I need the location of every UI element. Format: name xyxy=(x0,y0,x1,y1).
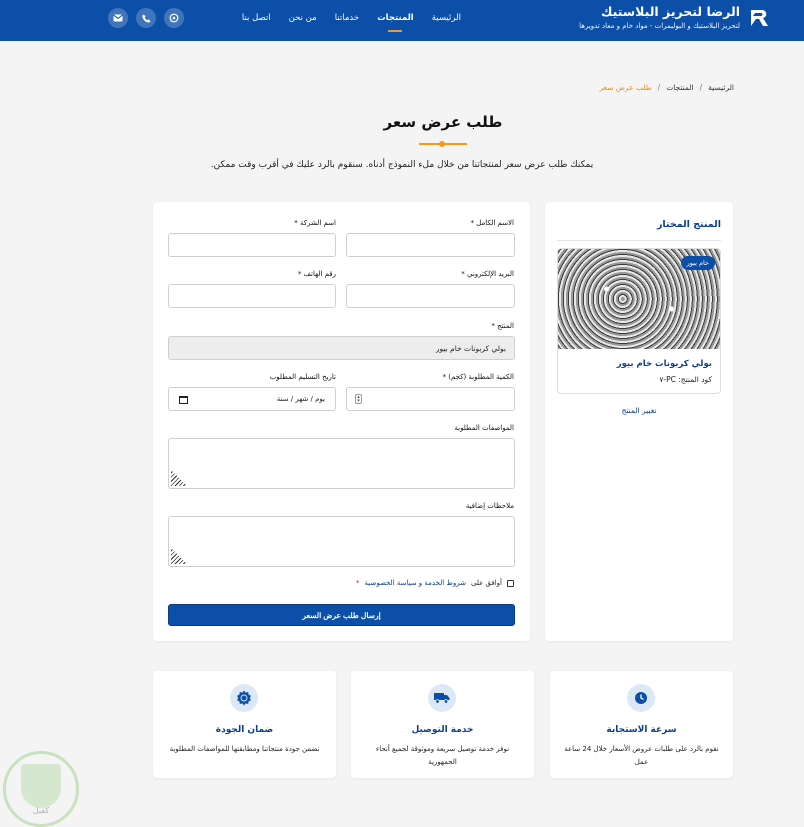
phone-icon[interactable] xyxy=(136,8,156,28)
watermark-logo: كفيل xyxy=(3,751,79,827)
email-input[interactable] xyxy=(346,284,515,308)
main-nav: الرئيسية المنتجات خدماتنا من نحن اتصل بن… xyxy=(233,0,470,41)
full-name-label: الاسم الكامل * xyxy=(470,219,514,227)
terms-agreement: أوافق على شروط الخدمة و سياسة الخصوصية * xyxy=(356,579,514,587)
phone-input[interactable] xyxy=(168,284,336,308)
clock-icon xyxy=(627,684,655,712)
feature-description: نقوم بالرد على طلبات عروض الأسعار خلال 2… xyxy=(564,745,719,766)
phone-label: رقم الهاتف * xyxy=(298,270,336,278)
certificate-icon xyxy=(230,684,258,712)
product-label: المنتج * xyxy=(491,322,514,330)
company-input[interactable] xyxy=(168,233,336,257)
resize-handle-icon[interactable] xyxy=(171,548,187,564)
selected-product-title: المنتج المختار xyxy=(656,219,721,230)
company-label: اسم الشركة * xyxy=(294,219,336,227)
number-spinner-icon[interactable]: ▴ ▾ xyxy=(355,394,362,404)
watermark-text: كفيل xyxy=(32,806,50,815)
feature-response-speed: سرعة الاستجابة نقوم بالرد على طلبات عروض… xyxy=(550,671,733,778)
product-code: كود المنتج: PC-٧ xyxy=(659,375,712,384)
product-image: خام بيور xyxy=(558,249,720,349)
product-badge: خام بيور xyxy=(680,256,715,270)
brand-title: الرضا لتحريز البلاستيك xyxy=(601,4,740,19)
nav-products[interactable]: المنتجات xyxy=(368,0,423,41)
truck-icon xyxy=(428,684,456,712)
brand-logo-icon xyxy=(748,6,772,30)
breadcrumb-products[interactable]: المنتجات xyxy=(666,83,693,92)
feature-title: خدمة التوصيل xyxy=(411,725,474,735)
required-star: * xyxy=(356,579,360,587)
feature-quality: ضمان الجودة نضمن جودة منتجاتنا ومطابقتها… xyxy=(153,671,336,778)
terms-checkbox[interactable] xyxy=(507,579,514,587)
feature-description: نضمن جودة منتجاتنا ومطابقتها للمواصفات ا… xyxy=(169,745,320,753)
brand[interactable]: الرضا لتحريز البلاستيك لتحريز البلاستيك … xyxy=(579,4,772,32)
divider xyxy=(557,240,721,241)
feature-delivery: خدمة التوصيل نوفر خدمة توصيل سريعة وموثو… xyxy=(351,671,534,778)
breadcrumb-current: طلب عرض سعر xyxy=(599,83,652,92)
social-links xyxy=(108,8,184,28)
breadcrumb: الرئيسية / المنتجات / طلب عرض سعر xyxy=(599,83,734,92)
nav-contact[interactable]: اتصل بنا xyxy=(233,0,280,41)
product-field-value: بولي كربونات خام بيور xyxy=(435,343,506,353)
product-name: بولي كربونات خام بيور xyxy=(616,359,712,369)
quote-request-form: الاسم الكامل * اسم الشركة * البريد الإلك… xyxy=(153,202,530,641)
notes-textarea[interactable] xyxy=(168,516,515,567)
email-label: البريد الإلكتروني * xyxy=(461,270,514,278)
delivery-date-input[interactable]: يوم / شهر / سنة xyxy=(168,387,336,411)
shield-icon xyxy=(21,764,61,808)
change-product-link[interactable]: تغيير المنتج xyxy=(545,406,733,415)
notes-label: ملاحظات إضافية xyxy=(465,502,514,510)
page-intro: يمكنك طلب عرض سعر لمنتجاتنا من خلال ملء … xyxy=(210,160,594,170)
submit-quote-button[interactable]: إرسال طلب عرض السعر xyxy=(168,604,515,626)
breadcrumb-separator: / xyxy=(657,83,661,92)
quantity-label: الكمية المطلوبة (كجم) * xyxy=(442,373,514,381)
calendar-icon[interactable] xyxy=(179,396,188,404)
feature-title: سرعة الاستجابة xyxy=(606,725,677,735)
page-title: طلب عرض سعر xyxy=(383,113,503,131)
full-name-input[interactable] xyxy=(346,233,515,257)
specs-label: المواصفات المطلوبة xyxy=(454,424,514,432)
specs-textarea[interactable] xyxy=(168,438,515,489)
whatsapp-icon[interactable] xyxy=(164,8,184,28)
nav-about[interactable]: من نحن xyxy=(280,0,326,41)
product-field: بولي كربونات خام بيور xyxy=(168,336,515,360)
date-placeholder: يوم / شهر / سنة xyxy=(276,395,325,403)
quantity-input[interactable]: ▴ ▾ xyxy=(346,387,515,411)
breadcrumb-home[interactable]: الرئيسية xyxy=(708,83,734,92)
product-card[interactable]: خام بيور بولي كربونات خام بيور كود المنت… xyxy=(557,248,721,394)
title-divider xyxy=(419,141,467,147)
nav-home[interactable]: الرئيسية xyxy=(423,0,470,41)
nav-services[interactable]: خدماتنا xyxy=(326,0,368,41)
brand-subtitle: لتحريز البلاستيك و البوليمرات - مواد خام… xyxy=(579,22,740,30)
feature-title: ضمان الجودة xyxy=(215,725,274,735)
resize-handle-icon[interactable] xyxy=(171,470,187,486)
breadcrumb-separator: / xyxy=(699,83,703,92)
feature-description: نوفر خدمة توصيل سريعة وموثوقة لجميع أنحا… xyxy=(375,745,510,766)
terms-prefix: أوافق على xyxy=(470,579,502,587)
terms-link[interactable]: شروط الخدمة و سياسة الخصوصية xyxy=(365,579,466,587)
selected-product-card: المنتج المختار خام بيور بولي كربونات خام… xyxy=(545,202,733,641)
envelope-icon[interactable] xyxy=(108,8,128,28)
delivery-date-label: تاريخ التسليم المطلوب xyxy=(269,373,336,381)
top-header: الرضا لتحريز البلاستيك لتحريز البلاستيك … xyxy=(0,0,804,41)
